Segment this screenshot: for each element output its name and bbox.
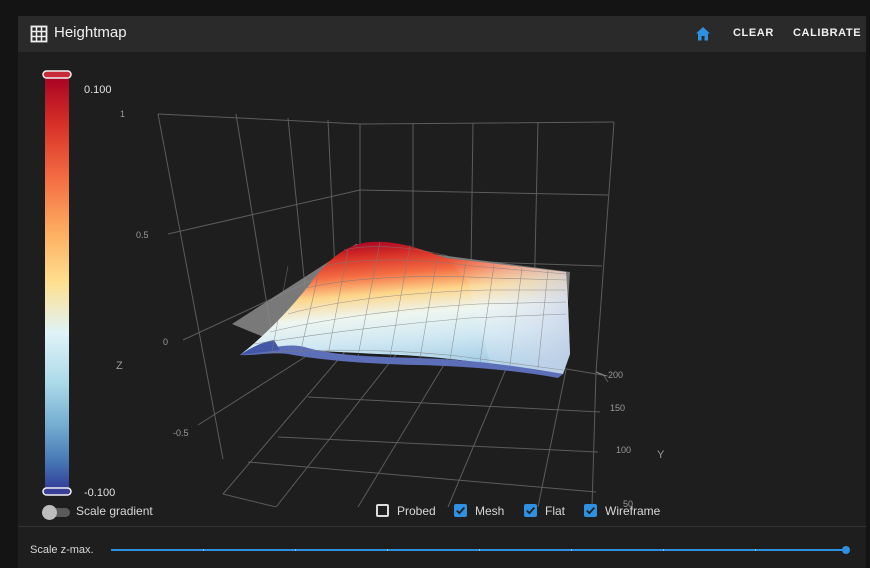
slider-tick — [479, 549, 480, 551]
card-toolbar: Heightmap CLEAR CALIBRATE — [18, 16, 866, 52]
z-tick-1: 1 — [120, 109, 126, 119]
heightmap-plot[interactable]: 0.100 -0.100 1 0.5 0 -0.5 Z 200 150 100 … — [18, 52, 866, 507]
probed-label[interactable]: Probed — [397, 504, 436, 518]
slider-tick — [663, 549, 664, 551]
controls-divider — [18, 526, 866, 527]
card-title: Heightmap — [54, 24, 127, 41]
check-icon — [526, 507, 535, 515]
slider-tick — [755, 549, 756, 551]
calibrate-button[interactable]: CALIBRATE — [793, 27, 861, 39]
z-tick-0: 0 — [163, 337, 169, 347]
y-tick-200: 200 — [608, 370, 624, 380]
scale-gradient-toggle[interactable] — [42, 505, 72, 520]
colorbar — [42, 70, 72, 496]
probed-checkbox[interactable] — [376, 504, 389, 517]
scale-zmax-slider[interactable] — [111, 546, 851, 556]
y-axis-label: Y — [657, 449, 665, 461]
clear-button[interactable]: CLEAR — [733, 27, 774, 39]
slider-tick — [295, 549, 296, 551]
wireframe-checkbox[interactable] — [584, 504, 597, 517]
slider-tick — [203, 549, 204, 551]
home-icon[interactable] — [694, 25, 712, 43]
z-tick-0.5: 0.5 — [136, 230, 149, 240]
wireframe-label[interactable]: Wireframe — [605, 504, 660, 518]
grid-icon — [30, 25, 48, 43]
y-tick-100: 100 — [616, 445, 632, 455]
plot-controls: Scale gradient Probed Mesh Flat Wirefram… — [18, 502, 866, 526]
mesh-checkbox[interactable] — [454, 504, 467, 517]
check-icon — [586, 507, 595, 515]
y-tick-150: 150 — [610, 403, 626, 413]
slider-thumb[interactable] — [842, 546, 850, 554]
colorbar-max-handle — [42, 70, 72, 79]
scale-zmax-label: Scale z-max. — [30, 544, 94, 556]
scale-gradient-label: Scale gradient — [76, 504, 153, 518]
slider-tick — [387, 549, 388, 551]
slider-tick — [571, 549, 572, 551]
colorbar-min-handle — [42, 487, 72, 496]
check-icon — [456, 507, 465, 515]
flat-checkbox[interactable] — [524, 504, 537, 517]
heightmap-card: Heightmap CLEAR CALIBRATE 0.100 -0.100 1… — [18, 16, 866, 568]
z-axis-label: Z — [116, 360, 123, 372]
heightmap-svg[interactable] — [18, 52, 866, 507]
colorbar-min-label: -0.100 — [84, 487, 116, 499]
mesh-label[interactable]: Mesh — [475, 504, 504, 518]
flat-label[interactable]: Flat — [545, 504, 565, 518]
colorbar-max-label: 0.100 — [84, 84, 112, 96]
z-tick-minus-0.5: -0.5 — [173, 428, 189, 438]
